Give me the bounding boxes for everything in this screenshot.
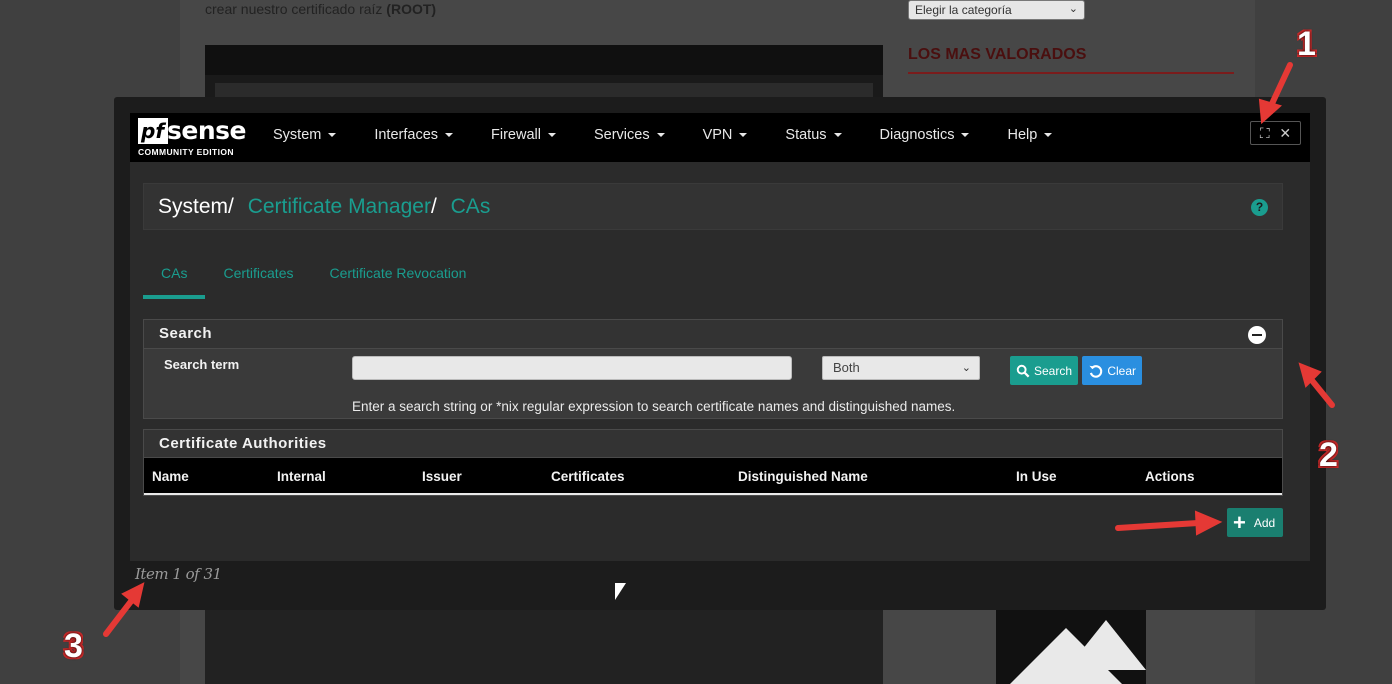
sidebar-image xyxy=(996,610,1146,684)
lightbox-controls: ⛶ ✕ xyxy=(1250,121,1301,145)
tab-cas[interactable]: CAs xyxy=(143,253,206,299)
search-panel-header: Search xyxy=(144,320,1282,349)
certificate-authorities-panel: Certificate Authorities Name Internal Is… xyxy=(143,429,1283,496)
search-input[interactable] xyxy=(352,356,792,380)
tab-bar: CAs Certificates Certificate Revocation xyxy=(143,253,484,299)
annotation-number-3: 3 xyxy=(64,627,83,665)
nav-services[interactable]: Services xyxy=(594,113,665,162)
breadcrumb-system: System xyxy=(158,195,229,218)
mountain-shape xyxy=(1066,620,1146,670)
column-header-issuer[interactable]: Issuer xyxy=(422,458,462,495)
nav-label: System xyxy=(273,127,322,143)
blog-paragraph: crear nuestro certificado raíz (ROOT) xyxy=(205,0,885,19)
pfsense-logo[interactable]: pf sense COMMUNITY EDITION xyxy=(138,117,246,157)
mouse-cursor-icon xyxy=(615,583,626,600)
chevron-down-icon: ⌄ xyxy=(961,362,971,374)
caret-down-icon xyxy=(961,133,970,138)
search-button-label: Search xyxy=(1033,363,1072,378)
nav-label: Interfaces xyxy=(374,127,439,143)
search-icon xyxy=(1016,364,1030,377)
pfsense-navbar: pf sense COMMUNITY EDITION System Interf… xyxy=(130,113,1310,162)
column-header-certificates[interactable]: Certificates xyxy=(551,458,625,495)
logo-edition: COMMUNITY EDITION xyxy=(138,147,234,157)
minus-circle-icon[interactable] xyxy=(1248,326,1266,344)
tab-certificates[interactable]: Certificates xyxy=(205,253,311,299)
blog-text-bold: (ROOT) xyxy=(386,1,437,17)
help-icon[interactable]: ? xyxy=(1251,199,1268,216)
clear-button-label: Clear xyxy=(1107,363,1136,378)
caret-down-icon xyxy=(1044,133,1053,138)
caret-down-icon xyxy=(656,133,665,138)
clear-button[interactable]: Clear xyxy=(1082,356,1142,385)
search-panel-title: Search xyxy=(159,325,213,342)
search-scope-value: Both xyxy=(833,360,860,375)
nav-label: Status xyxy=(785,127,827,143)
column-header-actions: Actions xyxy=(1145,469,1195,484)
nav-interfaces[interactable]: Interfaces xyxy=(374,113,454,162)
category-select[interactable]: Elegir la categoría ⌄ xyxy=(908,0,1085,20)
background-lower-panel xyxy=(205,604,883,684)
ca-panel-title: Certificate Authorities xyxy=(159,435,327,452)
lightbox: pf sense COMMUNITY EDITION System Interf… xyxy=(114,97,1326,610)
search-help-text: Enter a search string or *nix regular ex… xyxy=(352,399,956,414)
column-header-distinguished-name[interactable]: Distinguished Name xyxy=(738,458,868,495)
tab-certificate-revocation[interactable]: Certificate Revocation xyxy=(311,253,484,299)
nav-status[interactable]: Status xyxy=(785,113,842,162)
column-header-in-use[interactable]: In Use xyxy=(1016,458,1057,495)
nav-menu: System Interfaces Firewall Services VPN … xyxy=(273,113,1090,162)
close-icon[interactable]: ✕ xyxy=(1279,125,1291,142)
undo-icon xyxy=(1089,364,1103,378)
add-button[interactable]: + Add xyxy=(1227,508,1283,537)
chevron-down-icon: ⌄ xyxy=(1068,3,1078,15)
background-navbar xyxy=(205,45,883,75)
blog-text: crear nuestro certificado raíz xyxy=(205,1,383,17)
breadcrumb-separator: / xyxy=(430,195,437,218)
breadcrumb-cas[interactable]: CAs xyxy=(451,195,491,218)
caret-down-icon xyxy=(833,133,842,138)
caret-down-icon xyxy=(547,133,556,138)
annotation-number-1: 1 xyxy=(1297,25,1316,63)
search-term-label: Search term xyxy=(164,357,240,372)
nav-label: Diagnostics xyxy=(879,127,955,143)
nav-label: Help xyxy=(1007,127,1038,143)
breadcrumb: System/ Certificate Manager/ CAs ? xyxy=(143,183,1283,230)
annotation-number-2: 2 xyxy=(1319,436,1338,474)
page-title: System/ Certificate Manager/ CAs xyxy=(158,195,490,219)
column-header-name[interactable]: Name xyxy=(152,458,189,495)
nav-label: Firewall xyxy=(491,127,541,143)
plus-icon: + xyxy=(1233,509,1246,535)
nav-vpn[interactable]: VPN xyxy=(703,113,748,162)
search-scope-select[interactable]: Both ⌄ xyxy=(822,356,980,380)
fullscreen-icon[interactable]: ⛶ xyxy=(1260,125,1270,142)
logo-pf: pf xyxy=(138,118,168,144)
search-panel: Search Search term Both ⌄ Search Clear E… xyxy=(143,319,1283,419)
logo-sense: sense xyxy=(167,116,246,145)
nav-help[interactable]: Help xyxy=(1007,113,1053,162)
nav-label: VPN xyxy=(702,127,733,143)
column-header-internal[interactable]: Internal xyxy=(277,458,326,495)
background-bar xyxy=(215,83,873,97)
breadcrumb-certificate-manager[interactable]: Certificate Manager xyxy=(248,195,431,218)
table-header: Name Internal Issuer Certificates Distin… xyxy=(144,458,1282,495)
nav-firewall[interactable]: Firewall xyxy=(491,113,556,162)
lightbox-counter: Item 1 of 31 xyxy=(135,565,222,583)
caret-down-icon xyxy=(445,133,454,138)
nav-diagnostics[interactable]: Diagnostics xyxy=(880,113,970,162)
caret-down-icon xyxy=(328,133,337,138)
sidebar-heading: LOS MAS VALORADOS xyxy=(908,46,1234,74)
breadcrumb-separator: / xyxy=(228,195,234,218)
search-button[interactable]: Search xyxy=(1010,356,1078,385)
add-button-label: Add xyxy=(1253,515,1276,530)
nav-system[interactable]: System xyxy=(273,113,337,162)
ca-panel-header: Certificate Authorities xyxy=(144,430,1282,458)
pfsense-screenshot: pf sense COMMUNITY EDITION System Interf… xyxy=(130,113,1310,561)
caret-down-icon xyxy=(739,133,748,138)
category-select-value: Elegir la categoría xyxy=(915,3,1012,17)
nav-label: Services xyxy=(593,127,650,143)
